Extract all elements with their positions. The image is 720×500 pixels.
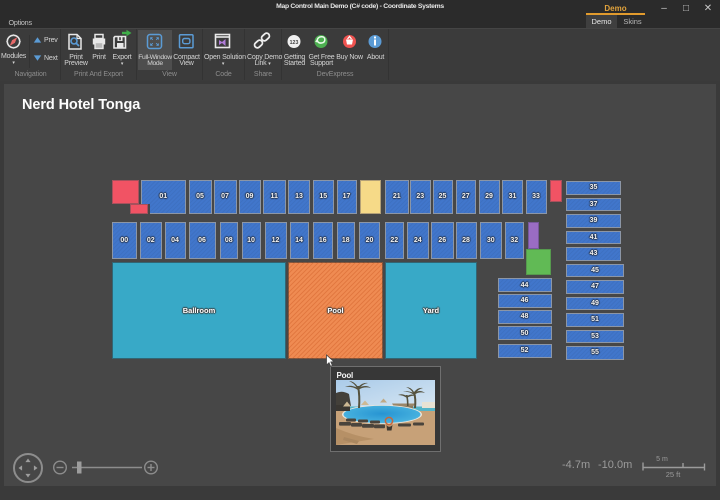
svg-text:5 m: 5 m xyxy=(656,456,668,463)
svg-text:25 ft: 25 ft xyxy=(666,470,682,479)
svg-text:123: 123 xyxy=(290,40,299,46)
